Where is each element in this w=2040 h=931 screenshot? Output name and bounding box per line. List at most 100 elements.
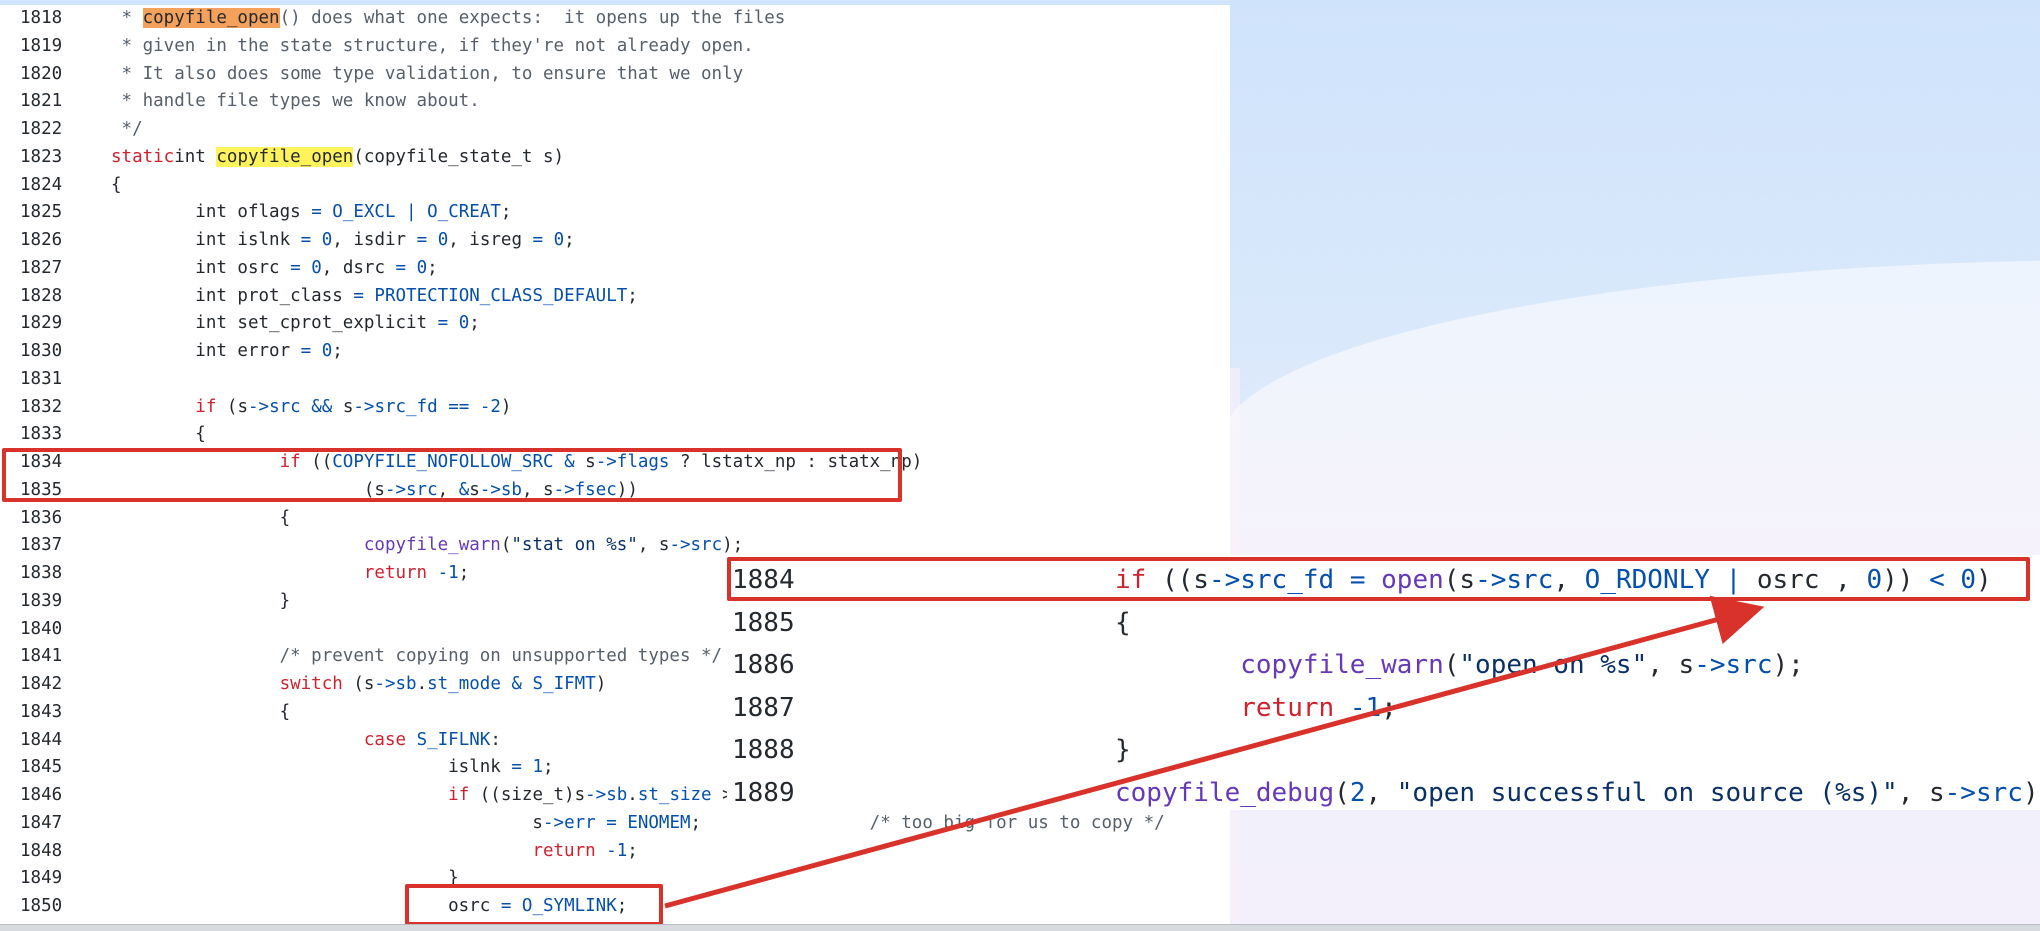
code-token: s: [111, 812, 543, 833]
line-number: 1885: [732, 607, 795, 638]
code-token: "stat on %s": [511, 535, 638, 556]
code-line: 1830 int error = 0;: [0, 337, 1230, 365]
code-token: int islnk: [111, 230, 301, 250]
code-token: /* too big for us to copy */: [869, 812, 1165, 833]
code-token: ->: [374, 674, 396, 694]
code-token: .: [627, 785, 638, 805]
code-text: * given in the state structure, if they'…: [111, 32, 754, 60]
code-text: islnk = 1;: [111, 753, 553, 781]
code-token: =: [606, 812, 617, 833]
code-text: }: [1115, 729, 1131, 771]
code-line: 1831: [0, 365, 1230, 393]
code-text: staticint copyfile_open(copyfile_state_t…: [111, 143, 564, 171]
code-token: ENOMEM: [627, 812, 691, 833]
code-token: return: [532, 840, 596, 861]
code-line: 1828 int prot_class = PROTECTION_CLASS_D…: [0, 282, 1230, 310]
line-number: 1836: [20, 507, 63, 528]
code-token: =: [511, 757, 522, 778]
code-token: src: [1725, 650, 1773, 680]
code-token: copyfile_open: [216, 146, 354, 167]
code-line: 1829 int set_cprot_explicit = 0;: [0, 309, 1230, 337]
code-line: 1888}: [727, 729, 2040, 771]
code-token: , isreg: [448, 230, 533, 250]
code-token: int: [174, 146, 217, 167]
code-token: /* prevent copying on unsupported types …: [279, 646, 723, 667]
code-token: int error: [111, 341, 301, 361]
code-token: -2: [479, 396, 501, 417]
code-token: int oflags: [111, 202, 312, 223]
code-token: , s: [1647, 650, 1695, 680]
line-number: 1843: [20, 701, 63, 722]
code-token: ): [500, 396, 512, 417]
code-token: if: [195, 396, 217, 417]
code-token: O_EXCL: [332, 202, 396, 223]
code-token: ;: [458, 563, 470, 583]
code-line: 1818 * copyfile_open() does what one exp…: [0, 4, 1230, 32]
code-line: 1836 {: [0, 504, 1230, 532]
code-line: 1825 int oflags = O_EXCL | O_CREAT;: [0, 198, 1230, 226]
code-token: ;: [627, 285, 638, 306]
code-token: src: [690, 535, 723, 556]
line-number: 1837: [20, 535, 63, 556]
code-token: .: [416, 674, 428, 694]
code-token: 0: [321, 341, 333, 361]
line-number: 1825: [20, 202, 63, 223]
line-number: 1844: [20, 729, 63, 750]
code-text: }: [111, 587, 291, 615]
highlight-box-open: [727, 557, 2030, 601]
line-number: 1842: [20, 674, 63, 694]
code-token: err: [564, 812, 596, 833]
code-token: :: [490, 729, 501, 750]
code-token: s: [332, 396, 354, 417]
code-token: {: [111, 424, 206, 445]
code-text: {: [111, 420, 206, 448]
code-token: src: [269, 396, 301, 417]
code-token: src_fd: [374, 396, 438, 417]
line-number: 1850: [20, 896, 63, 916]
code-line: 1826 int islnk = 0, isdir = 0, isreg = 0…: [0, 226, 1230, 254]
line-number: 1840: [20, 618, 63, 639]
code-token: =: [532, 230, 544, 250]
code-token: switch: [279, 674, 343, 694]
code-line: 1819 * given in the state structure, if …: [0, 32, 1230, 60]
code-line: 1824 {: [0, 171, 1230, 199]
code-token: 1: [532, 757, 544, 778]
code-token: =: [437, 313, 449, 334]
code-line: 1886 copyfile_warn("open on %s", s->src)…: [727, 644, 2040, 686]
code-line: 1887 return -1;: [727, 687, 2040, 729]
code-token: , s: [1897, 777, 1945, 808]
line-number: 1824: [20, 174, 63, 195]
line-number: 1847: [20, 812, 63, 833]
code-token: ;: [564, 230, 575, 250]
code-token: {: [1115, 607, 1131, 638]
code-token: {: [111, 174, 122, 195]
code-token: S_IFMT: [532, 674, 596, 694]
code-token: ->: [585, 785, 607, 805]
code-token: (s: [342, 674, 375, 694]
line-number: 1823: [20, 146, 63, 167]
code-token: (copyfile_state_t s): [353, 146, 565, 167]
code-token: {: [111, 701, 291, 722]
code-token: 0: [553, 230, 565, 250]
code-token: int osrc: [111, 257, 291, 278]
line-number: 1833: [20, 424, 63, 445]
code-token: , dsrc: [321, 257, 396, 278]
code-text: copyfile_warn("stat on %s", s->src);: [111, 531, 743, 559]
line-number: 1839: [20, 590, 63, 611]
code-token: int prot_class: [111, 285, 354, 306]
code-text: case S_IFLNK:: [111, 726, 501, 754]
code-token: {: [111, 507, 291, 528]
highlight-box-symlink: [405, 884, 663, 926]
code-token: 2: [1349, 777, 1366, 808]
